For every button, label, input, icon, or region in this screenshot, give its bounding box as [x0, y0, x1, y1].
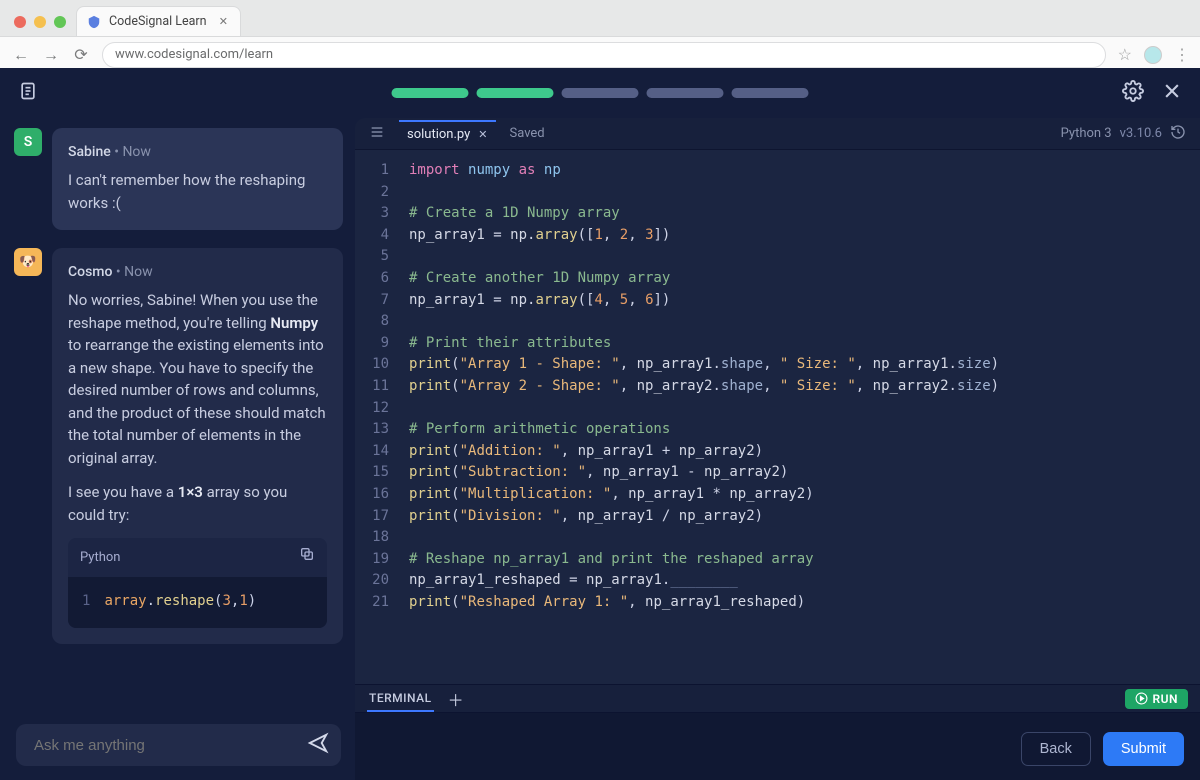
progress-pill [732, 88, 809, 98]
language-label: Python 3 [1061, 126, 1112, 141]
chat-text: I see you have a 1×3 array so you could … [68, 481, 327, 526]
add-terminal-icon[interactable]: ＋ [448, 687, 465, 711]
user-avatar-icon: S [14, 128, 42, 156]
bookmark-star-icon[interactable]: ☆ [1118, 45, 1132, 64]
code-editor[interactable]: 123456789101112131415161718192021 import… [355, 150, 1200, 684]
send-icon[interactable] [307, 732, 329, 758]
browser-chrome: CodeSignal Learn ✕ ← → ⟳ www.codesignal.… [0, 0, 1200, 68]
file-tab-name: solution.py [407, 127, 470, 142]
chat-bubble: Cosmo • Now No worries, Sabine! When you… [52, 248, 343, 644]
chat-message-bot: 🐶 Cosmo • Now No worries, Sabine! When y… [14, 248, 343, 644]
address-url: www.codesignal.com/learn [115, 47, 273, 62]
language-version: v3.10.6 [1120, 126, 1162, 141]
progress-pill [647, 88, 724, 98]
progress-pill [392, 88, 469, 98]
maximize-window-icon[interactable] [54, 16, 66, 28]
app-top-bar [0, 68, 1200, 118]
code-line-number: 1 [82, 591, 90, 612]
nav-reload-icon[interactable]: ⟳ [72, 45, 90, 64]
file-status: Saved [510, 126, 545, 141]
chat-bubble: Sabine • Now I can't remember how the re… [52, 128, 343, 230]
settings-gear-icon[interactable] [1122, 80, 1144, 106]
browser-tab[interactable]: CodeSignal Learn ✕ [76, 6, 241, 36]
progress-indicator [392, 88, 809, 98]
terminal-output[interactable]: Back Submit [355, 712, 1200, 780]
code-content[interactable]: import numpy as np# Create a 1D Numpy ar… [401, 150, 999, 684]
file-tab[interactable]: solution.py ✕ [399, 120, 496, 147]
close-tab-icon[interactable]: ✕ [219, 15, 228, 28]
back-button[interactable]: Back [1021, 732, 1091, 766]
app-root: S Sabine • Now I can't remember how the … [0, 68, 1200, 780]
chat-input[interactable] [16, 724, 341, 766]
terminal-tab[interactable]: TERMINAL [367, 686, 434, 712]
code-line: array.reshape(3,1) [104, 591, 256, 612]
address-bar[interactable]: www.codesignal.com/learn [102, 42, 1106, 68]
nav-forward-icon[interactable]: → [42, 45, 60, 65]
chat-input-field[interactable] [32, 736, 307, 755]
close-file-icon[interactable]: ✕ [478, 128, 487, 141]
editor-menu-icon[interactable] [369, 124, 385, 144]
editor-panel: solution.py ✕ Saved Python 3 v3.10.6 123… [355, 118, 1200, 780]
terminal-tab-bar: TERMINAL ＋ RUN [355, 684, 1200, 712]
site-favicon-icon [87, 15, 101, 29]
chat-meta: Sabine • Now [68, 142, 327, 163]
close-window-icon[interactable] [14, 16, 26, 28]
chat-message-user: S Sabine • Now I can't remember how the … [14, 128, 343, 230]
chat-text: No worries, Sabine! When you use the res… [68, 289, 327, 469]
nav-back-icon[interactable]: ← [12, 45, 30, 65]
progress-pill [477, 88, 554, 98]
browser-menu-icon[interactable]: ⋮ [1174, 45, 1190, 64]
editor-tab-bar: solution.py ✕ Saved Python 3 v3.10.6 [355, 118, 1200, 150]
chat-sidebar: S Sabine • Now I can't remember how the … [0, 118, 355, 780]
chat-meta: Cosmo • Now [68, 262, 327, 283]
copy-code-icon[interactable] [299, 546, 315, 569]
submit-button[interactable]: Submit [1103, 732, 1184, 766]
close-icon[interactable] [1162, 81, 1182, 105]
history-icon[interactable] [1170, 124, 1186, 144]
line-gutter: 123456789101112131415161718192021 [355, 150, 401, 684]
profile-avatar-icon[interactable] [1144, 46, 1162, 64]
code-snippet: Python 1 array.reshape(3,1) [68, 538, 327, 628]
bot-avatar-icon: 🐶 [14, 248, 42, 276]
chat-text: I can't remember how the reshaping works… [68, 169, 327, 214]
minimize-window-icon[interactable] [34, 16, 46, 28]
run-button[interactable]: RUN [1125, 689, 1189, 709]
window-controls[interactable] [10, 16, 76, 36]
lesson-doc-icon[interactable] [18, 81, 38, 105]
run-button-label: RUN [1153, 692, 1179, 706]
progress-pill [562, 88, 639, 98]
chat-thread: S Sabine • Now I can't remember how the … [14, 128, 343, 708]
code-lang-label: Python [80, 548, 120, 568]
browser-tab-title: CodeSignal Learn [109, 14, 207, 29]
